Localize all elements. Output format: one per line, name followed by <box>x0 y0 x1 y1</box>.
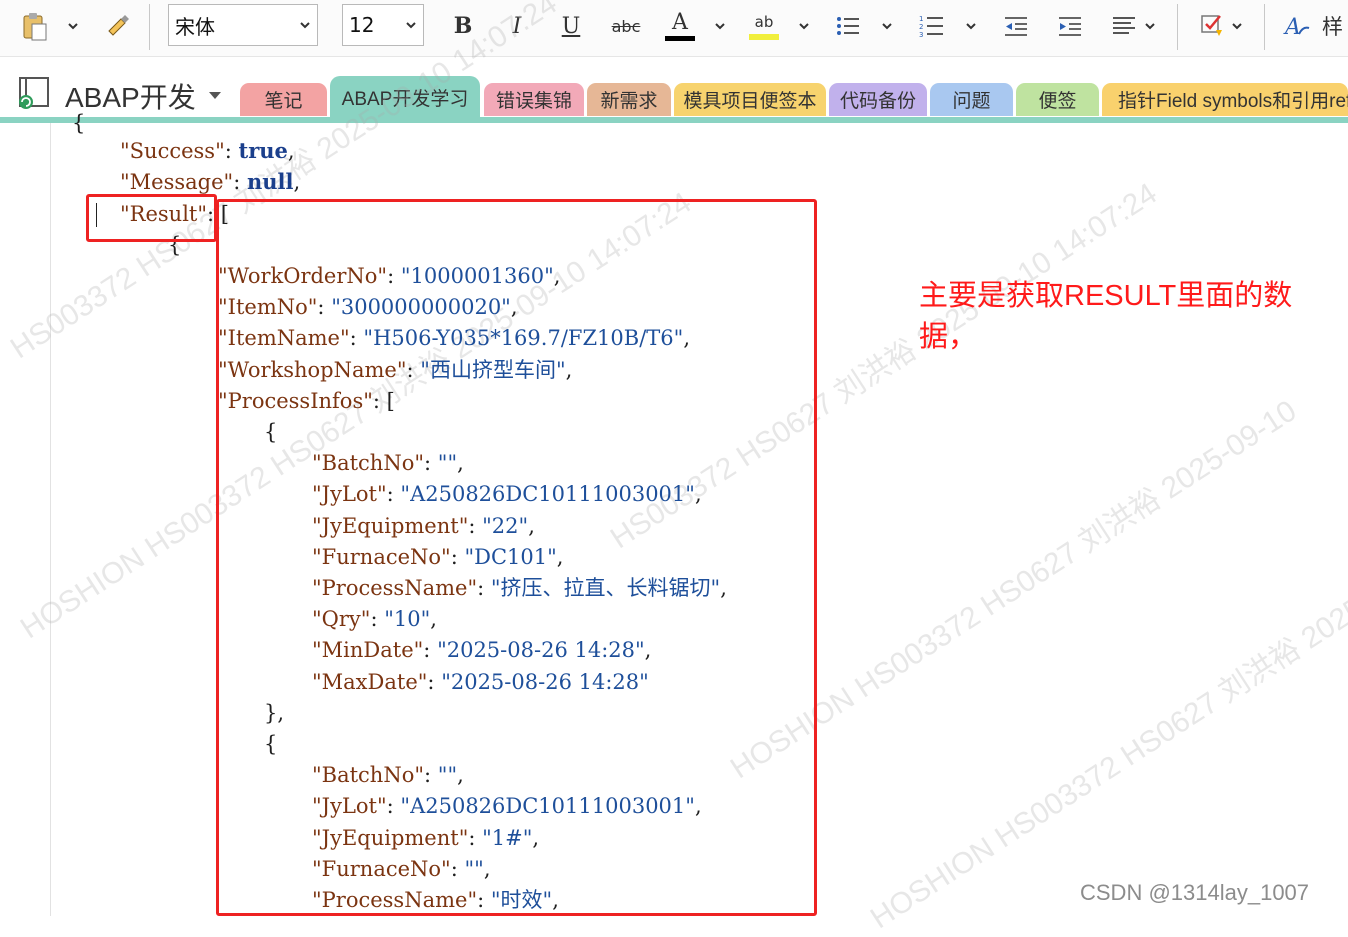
tab-code-backup[interactable]: 代码备份 <box>829 83 927 116</box>
tab-notes[interactable]: 笔记 <box>240 83 327 116</box>
svg-text:A: A <box>1283 15 1301 40</box>
font-name-combo[interactable]: 宋体 <box>168 4 318 46</box>
code-line-message: "Message": null, <box>120 169 301 194</box>
font-color-swatch <box>665 35 695 41</box>
bold-button[interactable]: B <box>448 0 478 52</box>
numbered-list-icon[interactable]: 123 <box>916 0 948 52</box>
result-data-highlight-box <box>216 199 817 916</box>
diagonal-watermark: HOSHION HS003372 HS0627 刘洪裕 2025-09-10 1… <box>864 476 1348 936</box>
paste-dropdown-icon[interactable] <box>66 17 80 35</box>
highlight-label: ab <box>754 13 774 31</box>
italic-button[interactable]: I <box>502 0 532 52</box>
csdn-watermark: CSDN @1314lay_1007 <box>1080 880 1310 905</box>
ribbon-toolbar: 宋体 12 B I U abc A ab 123 A 样 <box>0 0 1348 57</box>
tab-issues[interactable]: 问题 <box>930 83 1013 116</box>
highlight-swatch <box>749 34 779 40</box>
font-color-button[interactable]: A <box>662 0 698 52</box>
increase-indent-icon[interactable] <box>1054 0 1086 52</box>
section-accent-bar <box>0 117 1348 123</box>
tab-field-symbols[interactable]: 指针Field symbols和引用ref <box>1102 83 1348 116</box>
font-size-combo[interactable]: 12 <box>342 4 424 46</box>
decrease-indent-icon[interactable] <box>1000 0 1032 52</box>
code-open-brace: { <box>72 111 86 135</box>
numbered-dropdown-icon[interactable] <box>964 17 978 35</box>
text-cursor <box>96 203 97 227</box>
styles-label: 样 <box>1322 15 1343 39</box>
font-size-value: 12 <box>349 13 375 37</box>
highlight-dropdown-icon[interactable] <box>797 17 811 35</box>
tab-new-requirements[interactable]: 新需求 <box>587 83 671 116</box>
page-margin-line <box>50 123 51 916</box>
tag-dropdown-icon[interactable] <box>1230 17 1244 35</box>
code-line-success: "Success": true, <box>120 138 295 163</box>
align-icon[interactable] <box>1108 0 1140 52</box>
notebook-icon[interactable] <box>16 76 56 112</box>
tab-mold-notes[interactable]: 模具项目便签本 <box>674 83 826 116</box>
svg-text:2: 2 <box>919 23 923 31</box>
tab-abap-learning[interactable]: ABAP开发学习 <box>330 76 480 119</box>
result-key-highlight-box <box>86 194 217 242</box>
chevron-down-icon <box>406 22 416 29</box>
underline-button[interactable]: U <box>556 0 586 52</box>
font-color-dropdown-icon[interactable] <box>713 17 727 35</box>
svg-text:3: 3 <box>919 31 923 39</box>
notebook-dropdown-icon[interactable] <box>207 90 223 102</box>
font-color-label: A <box>672 9 688 35</box>
svg-text:1: 1 <box>919 15 923 23</box>
font-name-value: 宋体 <box>175 14 215 39</box>
paste-icon[interactable] <box>18 0 52 52</box>
highlight-button[interactable]: ab <box>746 0 782 52</box>
align-dropdown-icon[interactable] <box>1143 17 1157 35</box>
bullet-list-icon[interactable] <box>832 0 864 52</box>
annotation-note: 主要是获取RESULT里面的数据， <box>919 280 1293 353</box>
strikethrough-button[interactable]: abc <box>606 0 646 52</box>
styles-icon[interactable]: A <box>1282 0 1314 52</box>
tab-errors[interactable]: 错误集锦 <box>484 83 584 116</box>
tag-icon[interactable] <box>1196 0 1228 52</box>
chevron-down-icon <box>300 22 310 29</box>
tab-stickies[interactable]: 便签 <box>1016 83 1099 116</box>
bullet-dropdown-icon[interactable] <box>880 17 894 35</box>
format-painter-icon[interactable] <box>100 0 136 52</box>
